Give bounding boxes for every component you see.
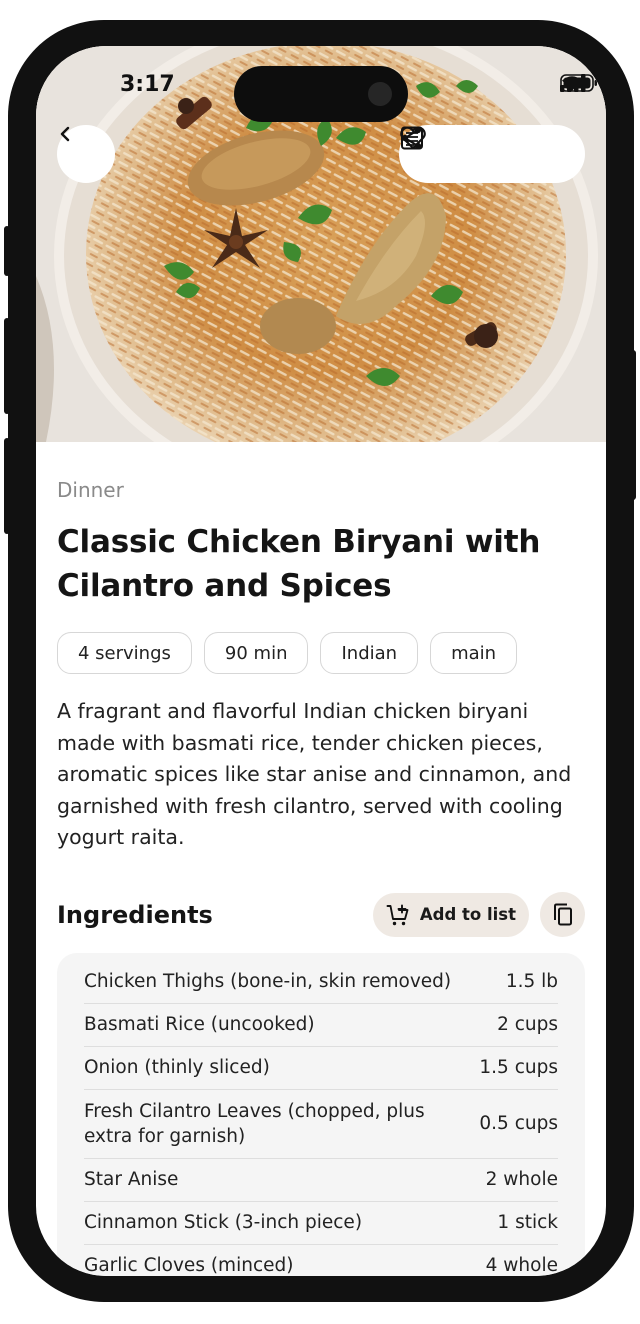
ingredient-name: Basmati Rice (uncooked) [84,1014,315,1035]
ingredient-row: Basmati Rice (uncooked) 2 cups [84,1004,558,1047]
ingredient-quantity: 1.5 cups [479,1057,558,1078]
ingredient-quantity: 2 whole [485,1169,558,1190]
tag-time[interactable]: 90 min [203,632,309,674]
ingredient-name: Onion (thinly sliced) [84,1057,270,1078]
ingredient-row: Fresh Cilantro Leaves (chopped, plus ext… [84,1090,558,1159]
cart-add-icon [386,904,409,925]
ingredient-name: Cinnamon Stick (3-inch piece) [84,1212,363,1233]
recipe-title: Classic Chicken Biryani with Cilantro an… [57,524,541,604]
power-button [630,350,636,500]
tag-cuisine[interactable]: Indian [320,632,419,674]
header-actions [399,125,585,183]
battery-icon [560,74,597,92]
ingredient-row: Onion (thinly sliced) 1.5 cups [84,1047,558,1090]
ingredient-name: Fresh Cilantro Leaves (chopped, plus ext… [84,1100,425,1147]
ingredient-quantity: 1.5 lb [505,971,558,992]
copy-ingredients-button[interactable] [540,892,585,937]
ingredient-quantity: 2 cups [497,1014,558,1035]
ingredient-quantity: 4 whole [485,1255,558,1276]
recipe-category: Dinner [57,478,124,502]
tag-servings[interactable]: 4 servings [57,632,192,674]
add-to-list-button[interactable]: Add to list [372,892,529,937]
ingredient-name: Star Anise [84,1169,179,1190]
heart-icon [400,126,426,150]
screen: 3:17 Dinner Classic Chicken Biryani with… [36,46,606,1276]
copy-icon [553,903,572,925]
ingredient-row: Garlic Cloves (minced) 4 whole [84,1245,558,1276]
ingredients-list: Chicken Thighs (bone-in, skin removed) 1… [57,952,585,1276]
ingredient-row: Cinnamon Stick (3-inch piece) 1 stick [84,1202,558,1245]
ingredients-header: Ingredients Add to list [57,892,585,938]
ingredient-quantity: 0.5 cups [479,1113,558,1134]
status-time: 3:17 [120,72,175,97]
recipe-tags: 4 servings 90 min Indian main [57,632,585,674]
recipe-content: Dinner Classic Chicken Biryani with Cila… [57,442,585,1276]
back-button[interactable] [57,125,115,183]
dynamic-island [234,66,408,122]
reader-mode-button[interactable] [401,126,512,174]
ingredient-row: Chicken Thighs (bone-in, skin removed) 1… [84,961,558,1004]
chevron-left-icon [60,126,70,142]
ingredient-name: Chicken Thighs (bone-in, skin removed) [84,971,452,992]
ingredient-row: Star Anise 2 whole [84,1159,558,1202]
action-button [4,226,10,276]
ingredient-quantity: 1 stick [497,1212,558,1233]
volume-up-button [4,318,10,414]
volume-down-button [4,438,10,534]
favorite-button[interactable] [400,126,569,174]
ingredients-title: Ingredients [57,900,213,929]
ingredients-tools: Add to list [372,892,585,937]
recipe-hero-image: 3:17 [36,46,606,442]
tag-course[interactable]: main [430,632,518,674]
ingredient-name: Garlic Cloves (minced) [84,1255,294,1276]
recipe-description: A fragrant and flavorful Indian chicken … [57,699,572,849]
add-to-list-label: Add to list [419,905,516,924]
